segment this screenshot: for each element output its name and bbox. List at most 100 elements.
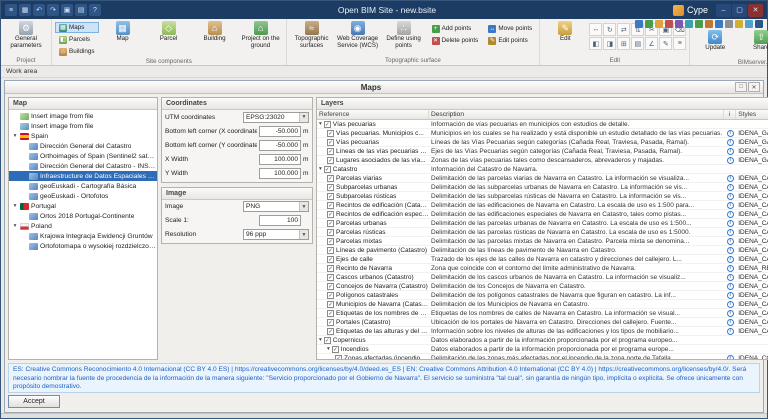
- resources-icon[interactable]: ▤: [75, 4, 87, 16]
- layers-row[interactable]: ✓Etiquetas de las alturas y del tipo...I…: [317, 327, 768, 336]
- move-points-button[interactable]: ↔ Move points: [484, 23, 536, 34]
- bottom-left-x-input[interactable]: -50.000: [259, 126, 301, 137]
- layer-checkbox[interactable]: ✓: [335, 355, 342, 360]
- align-left-icon[interactable]: ◧: [589, 37, 602, 50]
- bimserver-projects-icon[interactable]: [645, 20, 653, 28]
- parcel-button[interactable]: ◇ Parcel: [147, 20, 191, 43]
- info-icon[interactable]: i: [727, 301, 734, 308]
- info-icon[interactable]: i: [727, 148, 734, 155]
- layers-row[interactable]: ✓Subparcelas rústicasDelimitación de las…: [317, 192, 768, 201]
- info-icon[interactable]: i: [727, 274, 734, 281]
- map-tree-item[interactable]: geoEuskadi - Ortofotos: [9, 191, 157, 201]
- expand-arrow-icon[interactable]: ▾: [12, 223, 18, 229]
- layer-checkbox[interactable]: ✓: [332, 346, 339, 353]
- expand-arrow-icon[interactable]: ▾: [319, 166, 322, 172]
- bimserver-help-icon[interactable]: [745, 20, 753, 28]
- layers-row[interactable]: ▾✓Vías pecuariasInformación de vías pecu…: [317, 120, 768, 129]
- layer-checkbox[interactable]: ✓: [327, 256, 334, 263]
- bimserver-sync-icon[interactable]: [675, 20, 683, 28]
- map-tree-item[interactable]: ▾Poland: [9, 221, 157, 231]
- map-button[interactable]: ▦ Map: [101, 20, 145, 43]
- info-icon[interactable]: i: [727, 292, 734, 299]
- layer-checkbox[interactable]: ✓: [327, 319, 334, 326]
- wcs-button[interactable]: ◉ Web Coverage Service (WCS): [336, 20, 380, 49]
- define-using-points-button[interactable]: ∴ Define using points: [382, 20, 426, 49]
- layers-row[interactable]: ✓Vías pecuarias. Municipios c...Municipi…: [317, 129, 768, 138]
- scale-input[interactable]: 100: [259, 215, 301, 226]
- layers-row[interactable]: ✓Lugares asociados de las vía...Zonas de…: [317, 156, 768, 165]
- info-icon[interactable]: i: [727, 211, 734, 218]
- info-icon[interactable]: i: [727, 229, 734, 236]
- layer-checkbox[interactable]: ✓: [327, 265, 334, 272]
- column-header-description[interactable]: Description: [429, 110, 724, 119]
- bimserver-users-icon[interactable]: [705, 20, 713, 28]
- rotate-icon[interactable]: ↻: [603, 23, 616, 36]
- bimserver-web-icon[interactable]: [725, 20, 733, 28]
- layers-row[interactable]: ✓Recintos de edificación especial...Deli…: [317, 210, 768, 219]
- layers-row[interactable]: ✓Recinto de NavarraZona que coincide con…: [317, 264, 768, 273]
- map-tree-item[interactable]: ▾Portugal: [9, 201, 157, 211]
- measure-icon[interactable]: ∠: [645, 37, 658, 50]
- info-icon[interactable]: i: [727, 283, 734, 290]
- bimserver-home-icon[interactable]: [635, 20, 643, 28]
- buildings-button[interactable]: ⌂ Buildings: [55, 46, 99, 57]
- layers-row[interactable]: ✓Líneas de las vías pecuarias a...Ejes d…: [317, 147, 768, 156]
- update-button[interactable]: ⟳ Update: [693, 29, 737, 52]
- layers-row[interactable]: ✓Etiquetas de los nombres de call...Etiq…: [317, 309, 768, 318]
- info-icon[interactable]: i: [727, 328, 734, 335]
- layers-row[interactable]: ▾✓IncendiosDatos elaborados a partir de …: [317, 345, 768, 354]
- save-icon[interactable]: ▦: [19, 4, 31, 16]
- layer-checkbox[interactable]: ✓: [327, 328, 334, 335]
- expand-arrow-icon[interactable]: ▾: [327, 346, 330, 352]
- bimserver-chat-icon[interactable]: [685, 20, 693, 28]
- layer-checkbox[interactable]: ✓: [327, 274, 334, 281]
- layer-checkbox[interactable]: ✓: [327, 220, 334, 227]
- layer-checkbox[interactable]: ✓: [327, 148, 334, 155]
- layers-row[interactable]: ✓Parcelas urbanasDelimitación de las par…: [317, 219, 768, 228]
- bimserver-notifications-icon[interactable]: [695, 20, 703, 28]
- info-icon[interactable]: i: [727, 355, 734, 360]
- layer-checkbox[interactable]: ✓: [324, 121, 331, 128]
- image-format-select[interactable]: PNG ▼: [243, 201, 309, 212]
- add-points-button[interactable]: + Add points: [428, 23, 483, 34]
- edit-button[interactable]: ✎ Edit: [543, 20, 587, 43]
- expand-arrow-icon[interactable]: ▾: [12, 133, 18, 139]
- layers-row[interactable]: ✓Recintos de edificación (Catastro)Delim…: [317, 201, 768, 210]
- map-tree-item[interactable]: geoEuskadi - Cartografía Básica: [9, 181, 157, 191]
- info-icon[interactable]: i: [727, 202, 734, 209]
- bimserver-account-icon[interactable]: [755, 20, 763, 28]
- accept-button[interactable]: Accept: [8, 395, 60, 408]
- layer-checkbox[interactable]: ✓: [324, 337, 331, 344]
- layer-checkbox[interactable]: ✓: [327, 283, 334, 290]
- delete-points-button[interactable]: ✕ Delete points: [428, 35, 483, 46]
- undo-icon[interactable]: ↶: [33, 4, 45, 16]
- layers-row[interactable]: ✓Subparcelas urbanasDelimitación de las …: [317, 183, 768, 192]
- expand-arrow-icon[interactable]: ▾: [319, 337, 322, 343]
- map-tree-item[interactable]: Ortos 2018 Portugal-Continente: [9, 211, 157, 221]
- app-menu-icon[interactable]: ≡: [5, 4, 17, 16]
- layers-row[interactable]: ✓Portales (Catastro)Ubicación de los por…: [317, 318, 768, 327]
- layer-checkbox[interactable]: ✓: [327, 130, 334, 137]
- maximize-button[interactable]: ▢: [732, 4, 747, 17]
- info-icon[interactable]: i: [727, 184, 734, 191]
- layers-row[interactable]: ✓Parcelas mixtasDelimitación de las parc…: [317, 237, 768, 246]
- building-button[interactable]: ⌂ Building: [193, 20, 237, 43]
- layers-row[interactable]: ✓Ejes de calleTrazado de los ejes de las…: [317, 255, 768, 264]
- print-icon[interactable]: ▣: [61, 4, 73, 16]
- map-tree-item[interactable]: Dirección General del Catastro - INSPIRE: [9, 161, 157, 171]
- info-icon[interactable]: i: [727, 175, 734, 182]
- layer-checkbox[interactable]: ✓: [327, 247, 334, 254]
- redo-icon[interactable]: ↷: [47, 4, 59, 16]
- layers-row[interactable]: ✓Líneas de pavimento (Catastro)Delimitac…: [317, 246, 768, 255]
- resolution-select[interactable]: 96 ppp ▼: [243, 229, 309, 240]
- map-tree-item[interactable]: Krajowa Integracja Ewidencji Gruntów: [9, 231, 157, 241]
- layer-checkbox[interactable]: ✓: [327, 292, 334, 299]
- layer-checkbox[interactable]: ✓: [327, 202, 334, 209]
- info-icon[interactable]: i: [727, 247, 734, 254]
- layer-checkbox[interactable]: ✓: [327, 229, 334, 236]
- info-icon[interactable]: i: [727, 157, 734, 164]
- map-tree-item[interactable]: Insert image from file: [9, 121, 157, 131]
- layers-row[interactable]: ✓Concejos de Navarra (Catastro)Delimitac…: [317, 282, 768, 291]
- info-icon[interactable]: i: [727, 139, 734, 146]
- layers-row[interactable]: ▾✓CopernicusDatos elaborados a partir de…: [317, 336, 768, 345]
